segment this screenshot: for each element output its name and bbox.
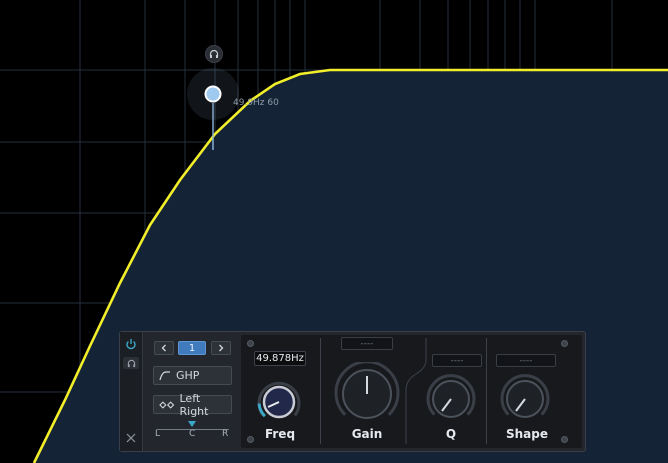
gain-label: Gain — [351, 427, 383, 441]
shape-value-field[interactable]: ---- — [496, 354, 556, 367]
screw — [247, 436, 254, 443]
q-value-field[interactable]: ---- — [432, 354, 482, 367]
band-1-node[interactable] — [204, 85, 222, 103]
pan-slider-handle[interactable] — [188, 421, 196, 428]
close-icon — [126, 433, 136, 443]
band-control-panel: 1 GHP Left Right L C R 49.878Hz ---- ---… — [119, 331, 586, 452]
power-icon — [126, 339, 136, 350]
section-divider — [320, 338, 321, 444]
band-power-button[interactable] — [123, 336, 139, 352]
screw — [561, 436, 568, 443]
gain-value-field[interactable]: ---- — [341, 337, 393, 350]
headphones-icon — [127, 359, 135, 367]
band-1-readout: 49.9Hz 60 — [233, 98, 279, 108]
shape-label: Shape — [505, 427, 548, 441]
q-label: Q — [445, 427, 457, 441]
freq-value-field[interactable]: 49.878Hz — [254, 351, 306, 366]
freq-knob[interactable] — [251, 374, 307, 430]
band-side-controls — [120, 332, 143, 451]
next-band-button[interactable] — [211, 341, 231, 355]
band-number[interactable]: 1 — [178, 341, 206, 355]
chevron-left-icon — [161, 344, 166, 352]
freq-label: Freq — [264, 427, 296, 441]
band-delete-button[interactable] — [123, 430, 139, 446]
filter-type-label: GHP — [176, 369, 200, 382]
previous-band-button[interactable] — [154, 341, 174, 355]
filter-type-dropdown[interactable]: GHP — [153, 366, 232, 385]
band-listen-button[interactable] — [205, 45, 223, 63]
gain-knob[interactable] — [331, 362, 403, 428]
band-solo-button[interactable] — [123, 357, 139, 369]
screw — [561, 340, 568, 347]
q-knob[interactable] — [422, 372, 480, 428]
pan-center-label: C — [189, 429, 196, 439]
pan-right-label: R — [222, 429, 229, 439]
stereo-mode-dropdown[interactable]: Left Right — [153, 392, 232, 418]
pan-left-label: L — [155, 429, 161, 439]
headphones-icon — [209, 49, 219, 58]
screw — [247, 340, 254, 347]
section-divider — [486, 338, 487, 444]
shape-knob[interactable] — [496, 372, 554, 428]
stereo-mode-label: Left Right — [179, 391, 209, 418]
highpass-curve-icon — [159, 370, 170, 380]
chevron-right-icon — [219, 344, 224, 352]
stereo-link-icon — [159, 400, 175, 409]
